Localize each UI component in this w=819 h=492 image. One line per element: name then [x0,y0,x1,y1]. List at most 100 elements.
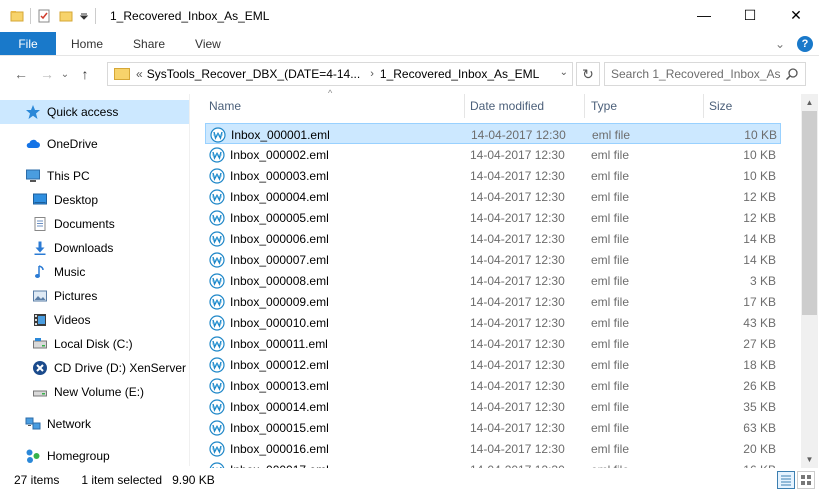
file-row[interactable]: Inbox_000004.eml 14-04-2017 12:30 eml file… [205,186,781,207]
file-date: 14-04-2017 12:30 [471,127,566,142]
file-row[interactable]: Inbox_000008.eml 14-04-2017 12:30 eml file… [205,270,781,291]
new-folder-icon[interactable] [59,9,73,23]
search-icon[interactable] [785,67,799,81]
nav-item[interactable]: Local Disk (C:) [0,332,189,356]
file-row[interactable]: Inbox_000007.eml 14-04-2017 12:30 eml file… [205,249,781,270]
file-size: 16 KB [705,459,776,469]
nav-item[interactable]: This PC [0,164,189,188]
breadcrumb-overflow[interactable]: « [136,67,143,81]
breadcrumb-separator[interactable]: › [370,68,374,80]
expand-ribbon-button[interactable]: ⌄ [775,37,785,51]
file-date: 14-04-2017 12:30 [470,210,565,225]
file-row[interactable]: Inbox_000016.eml 14-04-2017 12:30 eml file… [205,438,781,459]
vertical-scrollbar[interactable]: ▲ ▼ [801,94,818,468]
column-header-type[interactable]: Type [591,94,617,118]
large-icons-view-button[interactable] [797,471,815,489]
file-row[interactable]: Inbox_000002.eml 14-04-2017 12:30 eml file… [205,144,781,165]
column-separator[interactable] [703,94,704,118]
videos-icon [32,312,48,328]
nav-item[interactable]: OneDrive [0,132,189,156]
file-row[interactable]: Inbox_000012.eml 14-04-2017 12:30 eml file… [205,354,781,375]
address-dropdown-button[interactable]: ⌄ [560,67,568,78]
nav-item[interactable]: Network [0,412,189,436]
back-button[interactable]: ← [10,63,32,85]
file-type: eml file [591,441,630,456]
file-name: Inbox_000002.eml [230,147,329,162]
tab-home[interactable]: Home [56,32,118,55]
column-separator[interactable] [584,94,585,118]
close-button[interactable]: ✕ [773,0,819,30]
volume-icon [32,384,48,400]
scroll-thumb[interactable] [802,111,817,315]
tab-share[interactable]: Share [118,32,180,55]
eml-file-icon [209,314,225,331]
column-separator[interactable] [464,94,465,118]
minimize-button[interactable]: — [681,0,727,30]
details-view-button[interactable] [777,471,795,489]
breadcrumb-item[interactable]: 1_Recovered_Inbox_As_EML [380,67,539,81]
eml-file-icon [209,188,225,205]
file-row[interactable]: Inbox_000015.eml 14-04-2017 12:30 eml file… [205,417,781,438]
nav-item[interactable]: Quick access [0,100,189,124]
file-type: eml file [591,273,630,288]
disk-icon [32,336,48,352]
nav-item[interactable]: Desktop [0,188,189,212]
computer-icon [25,168,41,184]
file-name-cell: Inbox_000004.eml [209,186,329,207]
nav-item[interactable]: Music [0,260,189,284]
file-date: 14-04-2017 12:30 [470,273,565,288]
star-icon [25,104,41,120]
nav-item-label: Music [54,265,86,279]
file-row[interactable]: Inbox_000001.eml 14-04-2017 12:30 eml file… [205,123,781,144]
nav-item[interactable]: Documents [0,212,189,236]
properties-icon[interactable] [37,9,51,23]
search-input[interactable] [611,67,781,81]
refresh-button[interactable]: ↻ [576,62,600,86]
file-row[interactable]: Inbox_000010.eml 14-04-2017 12:30 eml file… [205,312,781,333]
nav-item[interactable]: CD Drive (D:) XenServer To [0,356,189,380]
file-name: Inbox_000003.eml [230,168,329,183]
nav-item[interactable]: New Volume (E:) [0,380,189,404]
file-name: Inbox_000010.eml [230,315,329,330]
file-row[interactable]: Inbox_000017.eml 14-04-2017 12:30 eml file… [205,459,781,468]
scroll-down-button[interactable]: ▼ [801,451,818,468]
file-row[interactable]: Inbox_000003.eml 14-04-2017 12:30 eml file… [205,165,781,186]
file-row[interactable]: Inbox_000009.eml 14-04-2017 12:30 eml file… [205,291,781,312]
file-size: 35 KB [743,399,776,414]
eml-file-icon [209,167,225,184]
file-row[interactable]: Inbox_000013.eml 14-04-2017 12:30 eml file… [205,375,781,396]
folder-icon[interactable] [10,9,24,23]
forward-button[interactable]: → [36,63,58,85]
file-row[interactable]: Inbox_000005.eml 14-04-2017 12:30 eml file… [205,207,781,228]
file-type: eml file [591,168,630,183]
file-row[interactable]: Inbox_000014.eml 14-04-2017 12:30 eml file… [205,396,781,417]
nav-item[interactable]: Videos [0,308,189,332]
file-size: 12 KB [743,189,776,204]
maximize-button[interactable]: ☐ [727,0,773,30]
nav-item[interactable]: Pictures [0,284,189,308]
tab-file[interactable]: File [0,32,56,55]
tab-view[interactable]: View [180,32,236,55]
nav-item-label: Documents [54,217,115,231]
scroll-up-button[interactable]: ▲ [801,94,818,111]
nav-item[interactable]: Downloads [0,236,189,260]
file-name: Inbox_000015.eml [230,420,329,435]
file-name-cell: Inbox_000008.eml [209,270,329,291]
breadcrumb-item[interactable]: SysTools_Recover_DBX_(DATE=4-14... [147,67,361,81]
column-header-date[interactable]: Date modified [470,94,544,118]
help-icon[interactable]: ? [797,36,813,52]
column-header-size[interactable]: Size [709,94,732,118]
column-header-name[interactable]: Name [209,94,241,118]
file-name-cell: Inbox_000007.eml [209,249,329,270]
customize-quick-access-icon[interactable] [79,9,89,23]
address-bar[interactable]: « SysTools_Recover_DBX_(DATE=4-14... › 1… [107,62,573,86]
eml-file-icon [210,126,226,143]
nav-item[interactable]: Homegroup [0,444,189,466]
item-count: 27 items [14,473,60,487]
file-row[interactable]: Inbox_000011.eml 14-04-2017 12:30 eml file… [205,333,781,354]
up-button[interactable]: ↑ [74,63,96,85]
recent-locations-button[interactable]: ⌄ [58,63,72,85]
nav-item-label: Pictures [54,289,98,303]
file-row[interactable]: Inbox_000006.eml 14-04-2017 12:30 eml file… [205,228,781,249]
nav-item-label: Videos [54,313,91,327]
